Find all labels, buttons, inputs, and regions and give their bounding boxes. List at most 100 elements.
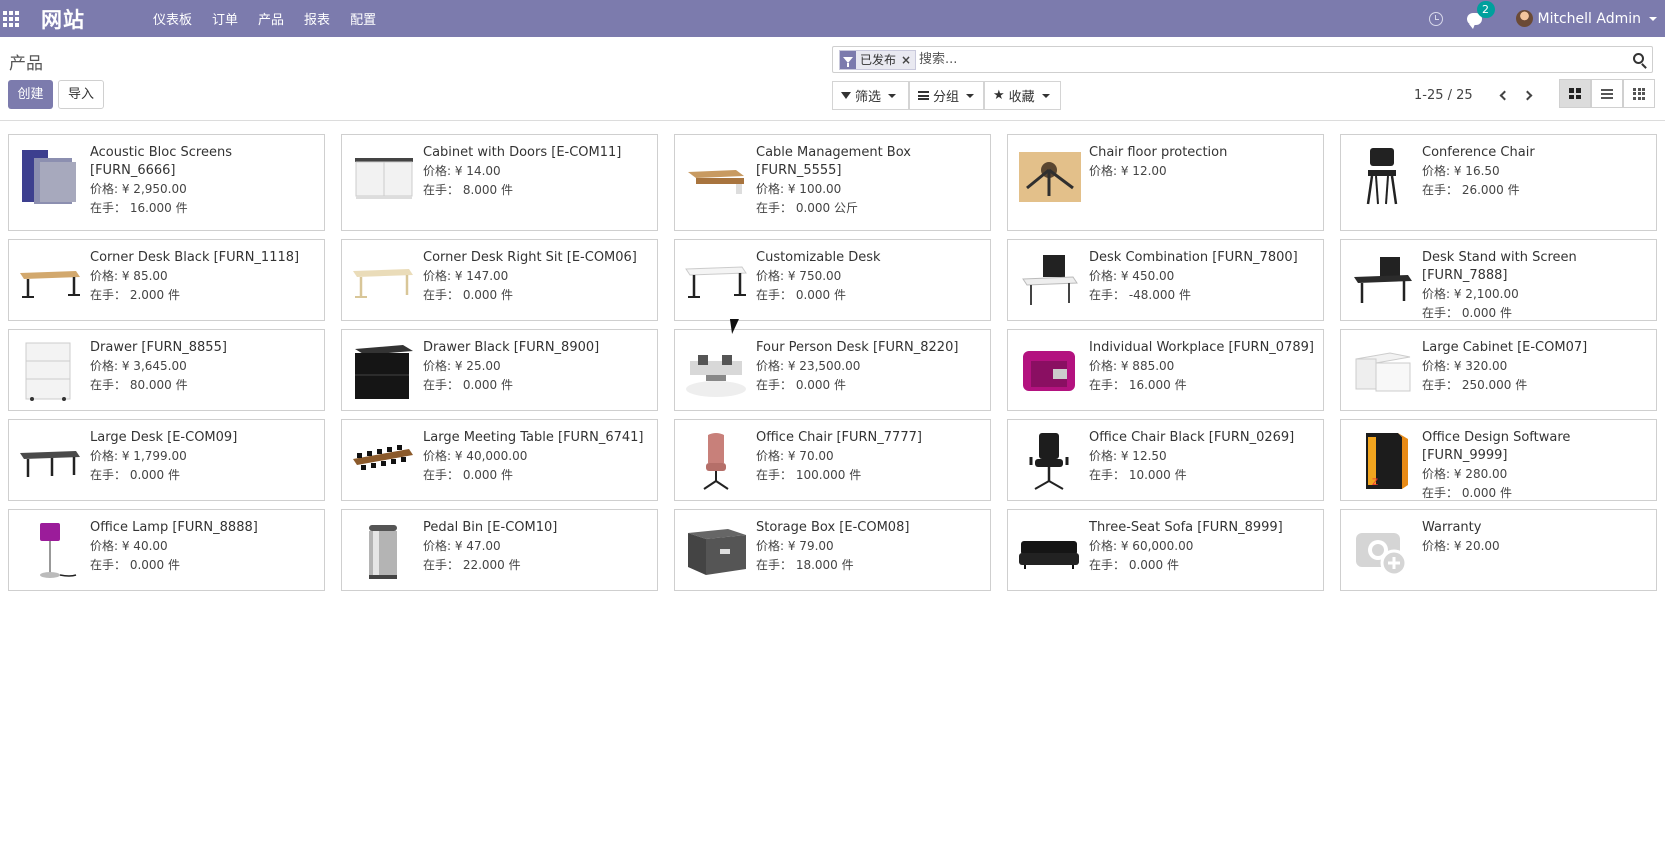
product-name: Corner Desk Black [FURN_1118] (90, 250, 300, 265)
message-count-badge: 2 (1476, 0, 1495, 18)
groupby-label: 分组 (933, 90, 960, 105)
product-details: Cabinet with Doors [E-COM11] 价格: ¥ 14.00 在… (423, 144, 651, 200)
filters-label: 筛选 (855, 90, 882, 105)
product-card[interactable]: Four Person Desk [FURN_8220] 价格: ¥ 23,500… (674, 329, 991, 411)
facet-value: 已发布 (860, 53, 897, 67)
app-brand[interactable]: 网站 (41, 4, 85, 34)
product-card[interactable]: Customizable Desk 价格: ¥ 750.00 在手： 0.000 件 (674, 239, 991, 321)
product-price: 价格: ¥ 79.00 (756, 539, 834, 553)
star-icon: ★ (993, 88, 1005, 103)
product-image (18, 339, 82, 403)
product-details: Large Desk [E-COM09] 价格: ¥ 1,799.00 在手： 0.… (90, 429, 318, 485)
product-name: Office Chair Black [FURN_0269] (1089, 430, 1295, 445)
product-card[interactable]: Acoustic Bloc Screens [FURN_6666] 价格: ¥ 2… (8, 134, 325, 231)
product-card[interactable]: Drawer [FURN_8855] 价格: ¥ 3,645.00 在手： 80.0… (8, 329, 325, 411)
product-on-hand: 在手： 250.000 件 (1422, 378, 1528, 392)
product-image (1350, 144, 1414, 208)
product-card[interactable]: Z Office Design Software [FURN_9999] 价格: ¥… (1340, 419, 1657, 501)
user-menu[interactable]: Mitchell Admin (1515, 10, 1657, 27)
search-input[interactable] (919, 49, 1599, 70)
caret-down-icon (1649, 16, 1657, 21)
product-details: Four Person Desk [FURN_8220] 价格: ¥ 23,500… (756, 339, 984, 395)
product-card[interactable]: Large Desk [E-COM09] 价格: ¥ 1,799.00 在手： 0.… (8, 419, 325, 501)
product-price: 价格: ¥ 14.00 (423, 164, 501, 178)
product-card[interactable]: Warranty 价格: ¥ 20.00 (1340, 509, 1657, 591)
favorites-label: 收藏 (1008, 90, 1035, 105)
product-on-hand: 在手： 0.000 件 (90, 468, 180, 482)
menu-item-products[interactable]: 产品 (248, 9, 294, 28)
product-price: 价格: ¥ 750.00 (756, 269, 842, 283)
product-name: Cable Management Box [FURN_5555] (756, 145, 911, 178)
pager-previous-button[interactable] (1493, 86, 1513, 106)
list-view-button[interactable] (1591, 79, 1623, 108)
product-card[interactable]: Office Lamp [FURN_8888] 价格: ¥ 40.00 在手： 0.… (8, 509, 325, 591)
product-card[interactable]: Corner Desk Black [FURN_1118] 价格: ¥ 85.00… (8, 239, 325, 321)
product-card[interactable]: Cabinet with Doors [E-COM11] 价格: ¥ 14.00 在… (341, 134, 658, 231)
product-card[interactable]: Corner Desk Right Sit [E-COM06] 价格: ¥ 147… (341, 239, 658, 321)
favorites-dropdown-button[interactable]: ★ 收藏 (984, 81, 1061, 110)
product-image (351, 144, 415, 208)
product-on-hand: 在手： 0.000 件 (423, 288, 513, 302)
product-name: Cabinet with Doors [E-COM11] (423, 145, 622, 160)
product-image (684, 429, 748, 493)
product-name: Storage Box [E-COM08] (756, 520, 910, 535)
activity-clock-icon[interactable] (1428, 11, 1443, 26)
groupby-dropdown-button[interactable]: 分组 (909, 81, 984, 110)
product-card[interactable]: Conference Chair 价格: ¥ 16.50 在手： 26.000 件 (1340, 134, 1657, 231)
apps-menu-icon[interactable] (3, 10, 19, 27)
product-image (684, 249, 748, 313)
product-card[interactable]: Large Cabinet [E-COM07] 价格: ¥ 320.00 在手： 2… (1340, 329, 1657, 411)
product-name: Office Lamp [FURN_8888] (90, 520, 258, 535)
product-name: Desk Combination [FURN_7800] (1089, 250, 1298, 265)
product-image (1017, 144, 1081, 208)
product-on-hand: 在手： 0.000 件 (756, 378, 846, 392)
pager-next-button[interactable] (1520, 86, 1540, 106)
product-card[interactable]: Desk Stand with Screen [FURN_7888] 价格: ¥ … (1340, 239, 1657, 321)
kanban-view-button[interactable] (1559, 79, 1591, 108)
product-details: Desk Stand with Screen [FURN_7888] 价格: ¥ … (1422, 249, 1650, 323)
product-details: Office Chair [FURN_7777] 价格: ¥ 70.00 在手： 1… (756, 429, 984, 485)
product-card[interactable]: Office Chair Black [FURN_0269] 价格: ¥ 12.5… (1007, 419, 1324, 501)
product-card[interactable]: Chair floor protection 价格: ¥ 12.00 (1007, 134, 1324, 231)
search-icon[interactable] (1633, 53, 1644, 64)
menu-item-reports[interactable]: 报表 (294, 9, 340, 28)
product-image (1017, 519, 1081, 583)
filters-dropdown-button[interactable]: 筛选 (832, 81, 909, 110)
menu-item-orders[interactable]: 订单 (202, 9, 248, 28)
product-image (684, 519, 748, 583)
create-button[interactable]: 创建 (8, 80, 53, 109)
product-card[interactable]: Pedal Bin [E-COM10] 价格: ¥ 47.00 在手： 22.000… (341, 509, 658, 591)
product-details: Three-Seat Sofa [FURN_8999] 价格: ¥ 60,000.… (1089, 519, 1317, 575)
product-card[interactable]: Storage Box [E-COM08] 价格: ¥ 79.00 在手： 18.0… (674, 509, 991, 591)
product-details: Desk Combination [FURN_7800] 价格: ¥ 450.00… (1089, 249, 1317, 305)
menu-item-configuration[interactable]: 配置 (340, 9, 386, 28)
product-on-hand: 在手： 0.000 件 (1089, 558, 1179, 572)
product-card[interactable]: Drawer Black [FURN_8900] 价格: ¥ 25.00 在手： 0… (341, 329, 658, 411)
product-image (1350, 339, 1414, 403)
messaging-menu[interactable]: 2 (1466, 0, 1495, 29)
product-card[interactable]: Cable Management Box [FURN_5555] 价格: ¥ 10… (674, 134, 991, 231)
product-card[interactable]: Large Meeting Table [FURN_6741] 价格: ¥ 40,… (341, 419, 658, 501)
grid-view-button[interactable] (1623, 79, 1655, 108)
product-card[interactable]: Office Chair [FURN_7777] 价格: ¥ 70.00 在手： 1… (674, 419, 991, 501)
product-details: Individual Workplace [FURN_0789] 价格: ¥ 88… (1089, 339, 1317, 395)
product-price: 价格: ¥ 85.00 (90, 269, 168, 283)
product-on-hand: 在手： 18.000 件 (756, 558, 854, 572)
search-bar: 已发布 × (832, 46, 1653, 73)
product-on-hand: 在手： 8.000 件 (423, 183, 513, 197)
import-button[interactable]: 导入 (58, 80, 104, 109)
grid-view-icon (1633, 87, 1645, 100)
product-on-hand: 在手： 0.000 件 (1422, 486, 1512, 500)
product-details: Acoustic Bloc Screens [FURN_6666] 价格: ¥ 2… (90, 144, 318, 218)
product-details: Corner Desk Black [FURN_1118] 价格: ¥ 85.00… (90, 249, 318, 305)
product-name: Three-Seat Sofa [FURN_8999] (1089, 520, 1283, 535)
product-card[interactable]: Individual Workplace [FURN_0789] 价格: ¥ 88… (1007, 329, 1324, 411)
product-card[interactable]: Desk Combination [FURN_7800] 价格: ¥ 450.00… (1007, 239, 1324, 321)
product-on-hand: 在手： 10.000 件 (1089, 468, 1187, 482)
menu-item-dashboard[interactable]: 仪表板 (143, 9, 202, 28)
pager-value[interactable]: 1-25 / 25 (1414, 88, 1473, 103)
svg-text:Z: Z (1372, 478, 1378, 488)
product-price: 价格: ¥ 60,000.00 (1089, 539, 1194, 553)
product-card[interactable]: Three-Seat Sofa [FURN_8999] 价格: ¥ 60,000.… (1007, 509, 1324, 591)
remove-facet-icon[interactable]: × (901, 51, 911, 69)
